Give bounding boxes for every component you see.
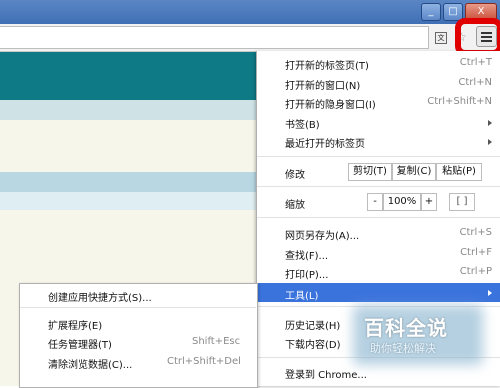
shortcut-print: Ctrl+P (459, 266, 492, 277)
translate-icon[interactable]: 文 (435, 32, 447, 44)
menu-separator (257, 156, 500, 157)
shortcut-incognito: Ctrl+Shift+N (427, 96, 492, 107)
menu-item-history[interactable]: 历史记录(H) (285, 317, 340, 332)
menu-item-signin[interactable]: 登录到 Chrome... (285, 366, 367, 381)
watermark-subtitle: 助你轻松解决 (370, 342, 436, 355)
watermark-title: 百科全说 (364, 316, 448, 340)
menu-label-zoom: 缩放 (285, 200, 305, 211)
zoom-in-button[interactable]: + (421, 193, 437, 211)
menu-item-tools[interactable]: 工具(L) (285, 287, 318, 302)
submenu-arrow-icon (488, 139, 492, 145)
cut-button[interactable]: 剪切(T) (348, 163, 392, 181)
shortcut-new-tab: Ctrl+T (459, 57, 492, 68)
menu-separator (257, 217, 500, 218)
shortcut-clear-data: Ctrl+Shift+Del (167, 356, 241, 367)
menu-item-bookmarks[interactable]: 书签(B) (285, 116, 320, 131)
zoom-level: 100% (383, 193, 421, 211)
submenu-arrow-icon (488, 120, 492, 126)
menu-item-new-tab[interactable]: 打开新的标签页(T) (285, 57, 369, 72)
submenu-separator (20, 307, 256, 308)
submenu-item-extensions[interactable]: 扩展程序(E) (48, 317, 102, 332)
submenu-item-create-shortcut[interactable]: 创建应用快捷方式(S)... (48, 289, 152, 304)
shortcut-new-window: Ctrl+N (458, 77, 492, 88)
paste-button[interactable]: 粘贴(P) (436, 163, 482, 181)
menu-label-edit: 修改 (285, 170, 305, 181)
fullscreen-icon[interactable]: [ ] (449, 193, 475, 211)
shortcut-task-manager: Shift+Esc (192, 336, 241, 347)
zoom-out-button[interactable]: - (367, 193, 383, 211)
menu-separator (257, 186, 500, 187)
minimize-button[interactable]: _ (421, 3, 441, 21)
shortcut-save-as: Ctrl+S (459, 227, 492, 238)
menu-item-find[interactable]: 查找(F)... (285, 247, 328, 262)
copy-button[interactable]: 复制(C) (392, 163, 436, 181)
submenu-item-task-manager[interactable]: 任务管理器(T) (48, 336, 112, 351)
menu-item-recent-tabs[interactable]: 最近打开的标签页 (285, 135, 365, 150)
menu-item-downloads[interactable]: 下载内容(D) (285, 336, 341, 351)
menu-item-new-window[interactable]: 打开新的窗口(N) (285, 77, 360, 92)
menu-item-print[interactable]: 打印(P)... (285, 266, 328, 281)
menu-item-incognito[interactable]: 打开新的隐身窗口(I) (285, 96, 376, 111)
menu-item-save-as[interactable]: 网页另存为(A)... (285, 227, 359, 242)
address-bar[interactable] (0, 26, 429, 49)
submenu-arrow-icon (488, 290, 492, 296)
submenu-item-clear-data[interactable]: 清除浏览数据(C)... (48, 356, 132, 371)
shortcut-find: Ctrl+F (460, 247, 492, 258)
